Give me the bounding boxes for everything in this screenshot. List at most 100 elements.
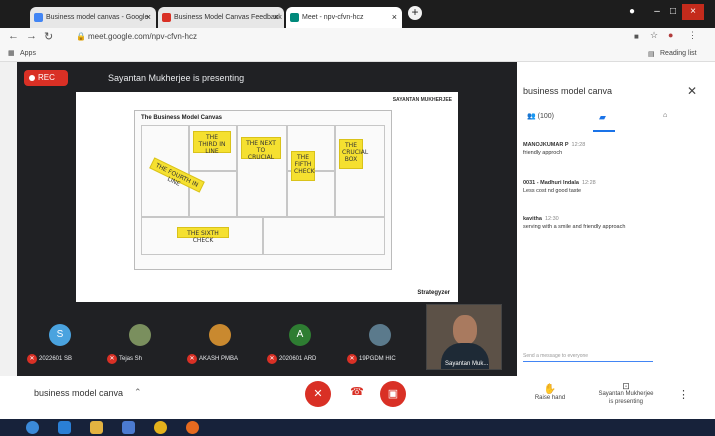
participant-tile[interactable]: ✕ AKASH PMBA: [185, 316, 265, 370]
participant-tile[interactable]: ✕ Tejas Sh: [105, 316, 185, 370]
apps-icon[interactable]: ▦: [8, 49, 15, 57]
camera-toggle-button[interactable]: ▣: [380, 381, 406, 407]
gmail-icon: [162, 13, 171, 22]
close-icon[interactable]: ✕: [687, 84, 697, 98]
camera-icon[interactable]: ■: [634, 32, 639, 41]
profile-icon[interactable]: ●: [624, 4, 640, 20]
forward-icon[interactable]: →: [26, 30, 37, 42]
tab-chat[interactable]: ▰: [599, 112, 606, 123]
close-icon[interactable]: ×: [146, 12, 151, 22]
browser-toolbar: ← → ↻ 🔒 meet.google.com/npv-cfvn-hcz ■ ☆…: [0, 28, 715, 46]
address-bar[interactable]: meet.google.com/npv-cfvn-hcz: [88, 32, 197, 41]
close-icon[interactable]: ×: [274, 12, 279, 22]
recording-badge: REC: [24, 70, 68, 86]
participant-name: 19PGDM HIC: [359, 356, 396, 362]
people-count: (100): [537, 113, 555, 120]
avatar: A: [289, 324, 311, 346]
self-view-name: Sayantan Muk...: [445, 361, 489, 367]
tab-business-model-canvas[interactable]: Business model canvas - Google ×: [30, 7, 156, 28]
sticky-note: THE FIFTH CHECK: [291, 151, 315, 181]
message-text: serving with a smile and friendly approa…: [523, 224, 626, 230]
present-now-button[interactable]: ⊡ Sayantan Mukherjee is presenting: [596, 382, 656, 406]
participant-name: AKASH PMBA: [199, 356, 239, 362]
participant-name: 2020601 ARD: [279, 356, 317, 362]
canvas-cell: [263, 217, 385, 255]
tab-feedback-form[interactable]: Business Model Canvas Feedback ×: [158, 7, 284, 28]
chat-icon: ▰: [599, 112, 606, 122]
message-sender: MANOJKUMAR P: [523, 142, 569, 148]
firefox-icon[interactable]: [186, 421, 199, 434]
bookmarks-bar: ▦ Apps ▤ Reading list: [0, 46, 715, 62]
browser-tab-bar: Business model canvas - Google × Busines…: [0, 0, 715, 28]
presenter-line1: Sayantan Mukherjee: [598, 391, 654, 397]
active-tab-indicator: [593, 130, 615, 132]
message-text: friendly approch: [523, 150, 563, 156]
minimize-icon[interactable]: –: [650, 4, 664, 20]
chrome-icon[interactable]: [154, 421, 167, 434]
reading-list-icon[interactable]: ▤: [648, 50, 655, 58]
participant-name: Tejas Sh: [119, 356, 143, 362]
folder-icon[interactable]: [90, 421, 103, 434]
chat-panel: business model canva ✕ 👥 (100) ▰ ⌂ MANOJ…: [517, 62, 715, 376]
reload-icon[interactable]: ↻: [44, 30, 53, 43]
participant-name: 2022601 SB: [39, 356, 73, 362]
close-icon[interactable]: ×: [392, 12, 397, 22]
start-icon[interactable]: [26, 421, 39, 434]
chevron-up-icon[interactable]: ⌃: [134, 387, 142, 398]
chat-input[interactable]: Send a message to everyone: [523, 353, 653, 362]
raise-hand-button[interactable]: ✋ Raise hand: [530, 384, 570, 401]
maximize-icon[interactable]: □: [666, 4, 680, 20]
mic-off-icon: ✕: [187, 354, 197, 364]
chat-message: MANOJKUMAR P 12:28 friendly approch: [523, 142, 703, 156]
presenter-face: [453, 315, 477, 345]
meet-controls-bar: business model canva ⌃ ✕ ☎ ▣ ✋ Raise han…: [0, 376, 715, 419]
tab-activities[interactable]: ⌂: [663, 112, 667, 119]
participant-tile[interactable]: S ✕ 2022601 SB: [25, 316, 105, 370]
star-icon[interactable]: ☆: [650, 30, 658, 41]
reading-list-link[interactable]: Reading list: [660, 50, 697, 57]
mic-off-icon: ✕: [107, 354, 117, 364]
ie-icon[interactable]: [58, 421, 71, 434]
chat-message: 0031 - Madhuri Indala 12:28 Less cost nd …: [523, 180, 703, 194]
people-icon: 👥: [527, 113, 536, 120]
tab-people[interactable]: 👥 (100): [527, 112, 554, 120]
present-icon: ⊡: [622, 381, 630, 391]
participant-tile[interactable]: ✕ 19PGDM HIC: [345, 316, 425, 370]
docs-icon: [34, 13, 43, 22]
message-time: 12:28: [581, 180, 596, 186]
meet-icon: [290, 13, 299, 22]
participant-tile[interactable]: A ✕ 2020601 ARD: [265, 316, 345, 370]
sticky-note: THE SIXTH CHECK: [177, 227, 229, 244]
panel-title: business model canva: [523, 86, 613, 96]
slide-author: SAYANTAN MUKHERJEE: [392, 97, 452, 103]
message-sender: kavitha: [523, 216, 542, 222]
mic-off-icon: ✕: [27, 354, 37, 364]
leave-call-button[interactable]: ☎: [349, 386, 365, 398]
sticky-note: THE THIRD IN LINE: [193, 131, 231, 155]
self-view-tile[interactable]: Sayantan Muk...: [426, 304, 502, 370]
tab-title: Business Model Canvas Feedback: [174, 14, 282, 21]
shared-slide: SAYANTAN MUKHERJEE The Business Model Ca…: [76, 92, 458, 302]
close-window-icon[interactable]: ×: [682, 4, 704, 20]
new-tab-button[interactable]: +: [408, 6, 422, 20]
mic-toggle-button[interactable]: ✕: [305, 381, 331, 407]
apps-link[interactable]: Apps: [20, 50, 36, 57]
canvas-title: The Business Model Canvas: [141, 115, 223, 121]
strategyzer-logo: Strategyzer: [417, 290, 450, 296]
message-sender: 0031 - Madhuri Indala: [523, 180, 579, 186]
tab-meet[interactable]: Meet - npv-cfvn-hcz ×: [286, 7, 402, 28]
back-icon[interactable]: ←: [8, 30, 19, 42]
screen: Business model canvas - Google × Busines…: [0, 0, 715, 436]
mic-off-icon: ✕: [267, 354, 277, 364]
meeting-name[interactable]: business model canva: [34, 388, 123, 398]
business-model-canvas: The Business Model Canvas THE THIRD IN L…: [134, 110, 392, 270]
message-time: 12:30: [544, 216, 559, 222]
avatar[interactable]: ●: [668, 30, 673, 40]
hand-icon: ✋: [543, 384, 557, 395]
lock-icon: 🔒: [76, 32, 86, 41]
more-options-icon[interactable]: ⋮: [678, 388, 689, 401]
media-icon[interactable]: [122, 421, 135, 434]
menu-icon[interactable]: ⋮: [688, 30, 697, 41]
rec-label: REC: [38, 73, 55, 82]
avatar: [129, 324, 151, 346]
